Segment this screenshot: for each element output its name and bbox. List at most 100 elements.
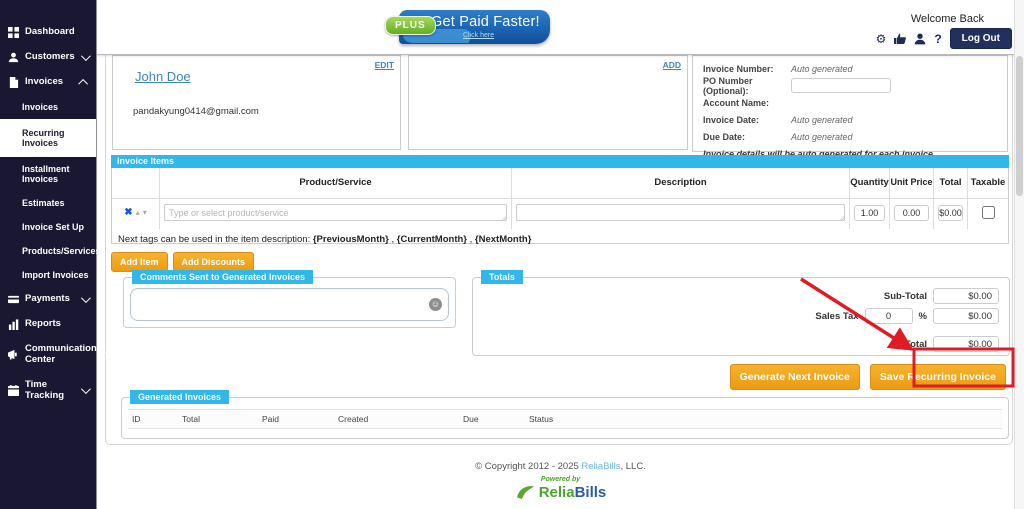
sidebar-item-communication-center[interactable]: Communication Center xyxy=(0,337,96,373)
add-discounts-button[interactable]: Add Discounts xyxy=(173,252,255,272)
sidebar: Dashboard Customers Invoices Invoices Re… xyxy=(0,0,97,509)
invoice-number-label: Invoice Number: xyxy=(703,64,791,74)
chevron-down-icon xyxy=(81,384,91,394)
sidebar-item-dashboard[interactable]: Dashboard xyxy=(0,20,96,45)
sales-tax-label: Sales Tax xyxy=(815,311,858,322)
emoji-picker-icon[interactable]: ☺ xyxy=(429,298,442,311)
account-name-label: Account Name: xyxy=(703,98,791,108)
invoice-date-label: Invoice Date: xyxy=(703,115,791,125)
get-paid-faster-banner[interactable]: Get Paid Faster! Click here PLUS xyxy=(385,8,550,46)
plus-badge: PLUS xyxy=(385,16,436,35)
generated-invoices-fieldset: Generated Invoices ID Total Paid Created… xyxy=(121,390,1009,439)
gen-col-created: Created xyxy=(338,414,463,424)
due-date-value: Auto generated xyxy=(791,132,853,142)
po-number-input[interactable] xyxy=(791,78,891,93)
invoice-date-value: Auto generated xyxy=(791,115,853,125)
subtotal-label: Sub-Total xyxy=(884,291,927,302)
reliabills-link[interactable]: ReliaBills xyxy=(581,461,620,472)
customer-panel: EDIT John Doe pandakyung0414@gmail.com xyxy=(112,55,401,150)
totals-legend: Totals xyxy=(481,270,523,284)
scrollbar-thumb[interactable] xyxy=(1016,56,1023,196)
gen-col-id: ID xyxy=(132,414,182,424)
customer-name-link[interactable]: John Doe xyxy=(135,69,191,84)
time-tracking-icon xyxy=(8,385,19,396)
sidebar-item-reports[interactable]: Reports xyxy=(0,312,96,337)
invoice-items-table: Product/Service Description Quantity Uni… xyxy=(112,168,1008,199)
column-header-total: Total xyxy=(934,168,967,198)
sidebar-item-import-invoices[interactable]: Import Invoices xyxy=(0,263,96,287)
gen-col-due: Due xyxy=(463,414,529,424)
tag-next-month: {NextMonth} xyxy=(475,234,531,245)
unit-price-input[interactable] xyxy=(894,205,929,221)
welcome-text: Welcome Back xyxy=(911,13,984,25)
move-row-up-icon[interactable]: ▴ xyxy=(136,208,140,217)
add-item-button[interactable]: Add Item xyxy=(111,252,168,272)
help-icon[interactable]: ? xyxy=(934,33,941,45)
gear-icon[interactable]: ⚙ xyxy=(876,33,887,45)
reports-icon xyxy=(8,319,19,330)
sidebar-item-invoices[interactable]: Invoices xyxy=(0,70,96,95)
sidebar-item-customers[interactable]: Customers xyxy=(0,45,96,70)
addons-panel: ADD xyxy=(408,55,688,150)
column-header-taxable: Taxable xyxy=(968,168,1008,198)
totals-fieldset: Totals Sub-Total Sales Tax % Total xyxy=(472,270,1010,356)
reliabills-leaf-icon xyxy=(515,483,537,501)
due-date-label: Due Date: xyxy=(703,132,791,142)
customers-icon xyxy=(8,52,19,63)
edit-customer-link[interactable]: EDIT xyxy=(375,60,394,70)
total-label: Total xyxy=(905,339,927,350)
delete-row-icon[interactable]: ✖ xyxy=(124,207,132,218)
description-input[interactable] xyxy=(516,204,845,221)
comments-legend: Comments Sent to Generated Invoices xyxy=(132,270,313,284)
chevron-down-icon xyxy=(81,293,91,303)
sidebar-item-payments[interactable]: Payments xyxy=(0,287,96,312)
invoice-number-value: Auto generated xyxy=(791,64,853,74)
sidebar-item-label: Customers xyxy=(25,52,75,63)
comments-fieldset: Comments Sent to Generated Invoices ☺ xyxy=(123,270,456,328)
sales-tax-amount-input[interactable] xyxy=(933,308,999,324)
sidebar-item-estimates[interactable]: Estimates xyxy=(0,191,96,215)
tag-previous-month: {PreviousMonth} xyxy=(313,234,389,245)
column-header-product: Product/Service xyxy=(160,168,511,198)
recurring-invoice-form: EDIT John Doe pandakyung0414@gmail.com A… xyxy=(105,54,1013,445)
total-input[interactable] xyxy=(933,336,999,352)
gen-col-total: Total xyxy=(182,414,262,424)
save-recurring-invoice-button[interactable]: Save Recurring Invoice xyxy=(870,364,1006,390)
move-row-down-icon[interactable]: ▾ xyxy=(143,208,147,217)
sidebar-item-time-tracking[interactable]: Time Tracking xyxy=(0,373,96,409)
sidebar-item-label: Communication Center xyxy=(25,344,97,366)
sidebar-item-label: Time Tracking xyxy=(25,380,75,402)
generate-next-invoice-button[interactable]: Generate Next Invoice xyxy=(730,364,860,390)
taxable-checkbox[interactable] xyxy=(982,206,995,219)
comments-textarea[interactable] xyxy=(130,288,449,321)
powered-by-text: Powered by xyxy=(97,476,1024,483)
po-number-label: PO Number (Optional): xyxy=(703,76,791,96)
subtotal-input[interactable] xyxy=(933,288,999,304)
dashboard-icon xyxy=(8,27,19,38)
megaphone-icon xyxy=(8,349,19,360)
gen-col-paid: Paid xyxy=(262,414,338,424)
sidebar-item-invoices-list[interactable]: Invoices xyxy=(0,95,96,119)
thumbs-up-icon[interactable] xyxy=(894,33,906,45)
sidebar-item-recurring-invoices[interactable]: Recurring Invoices xyxy=(0,119,96,157)
sales-tax-rate-input[interactable] xyxy=(865,308,913,324)
product-service-input[interactable] xyxy=(164,204,507,221)
logout-button[interactable]: Log Out xyxy=(950,28,1012,49)
sidebar-item-products-services[interactable]: Products/Services xyxy=(0,239,96,263)
chevron-up-icon xyxy=(78,79,88,89)
column-header-quantity: Quantity xyxy=(850,168,889,198)
quantity-input[interactable] xyxy=(854,205,885,221)
generated-invoices-table: ID Total Paid Created Due Status xyxy=(128,409,1002,429)
banner-title: Get Paid Faster! xyxy=(431,14,540,30)
generated-invoices-legend: Generated Invoices xyxy=(130,390,229,404)
sidebar-item-label: Payments xyxy=(25,294,75,305)
user-icon[interactable] xyxy=(914,33,926,45)
banner-click-here-link[interactable]: Click here xyxy=(463,32,494,39)
line-total-input[interactable] xyxy=(938,205,963,221)
add-link[interactable]: ADD xyxy=(663,60,681,70)
sidebar-item-invoice-setup[interactable]: Invoice Set Up xyxy=(0,215,96,239)
customer-email: pandakyung0414@gmail.com xyxy=(133,106,259,117)
percent-sign: % xyxy=(919,311,927,322)
sidebar-item-installment-invoices[interactable]: Installment Invoices xyxy=(0,157,96,191)
vertical-scrollbar[interactable] xyxy=(1014,0,1024,509)
